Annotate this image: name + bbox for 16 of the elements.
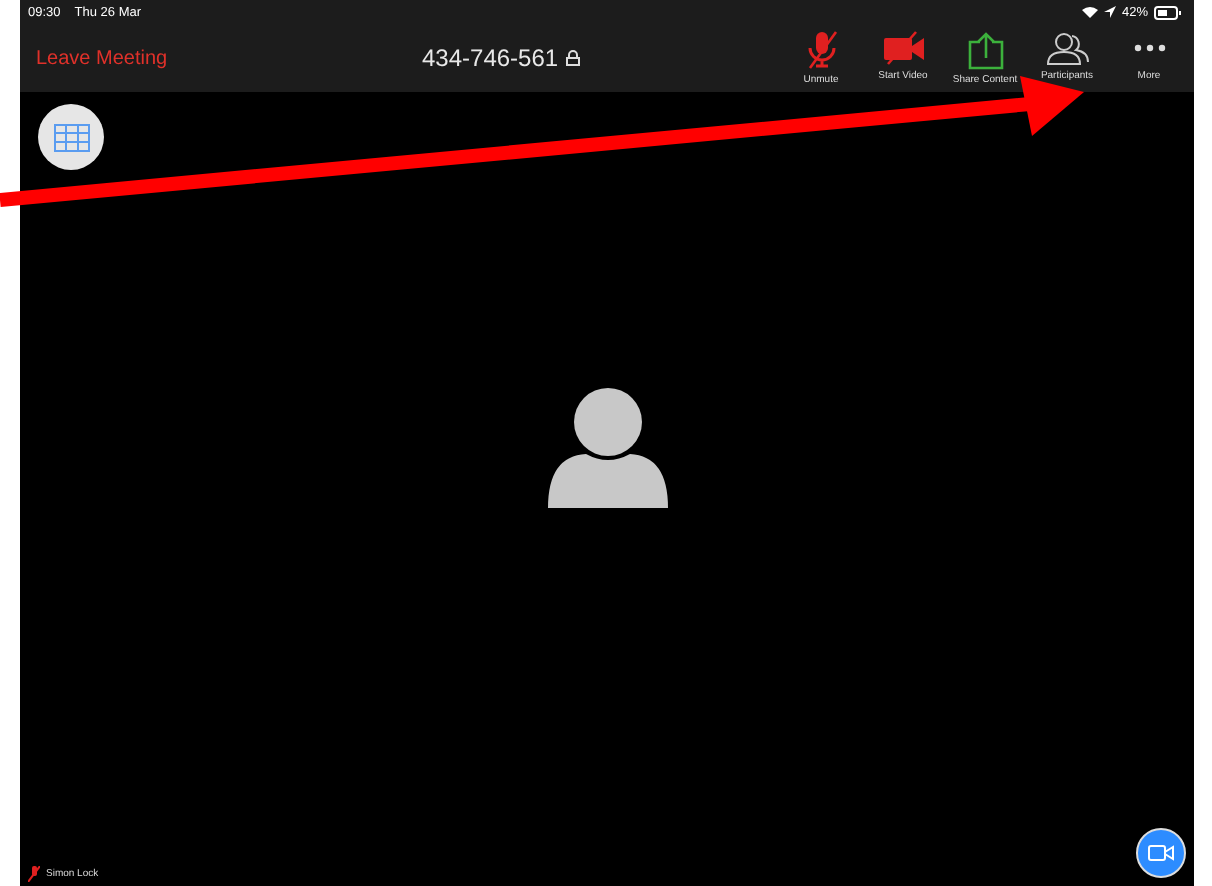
lock-icon: [566, 50, 581, 66]
leave-meeting-button[interactable]: Leave Meeting: [20, 47, 168, 69]
avatar-icon: [546, 388, 670, 508]
grid-icon: [53, 123, 89, 151]
gallery-view-button[interactable]: [38, 104, 104, 170]
camera-icon: [1148, 844, 1174, 862]
more-icon: [1133, 44, 1165, 52]
video-off-icon: [881, 30, 925, 66]
participants-icon: [1045, 30, 1089, 66]
wifi-icon: [1081, 6, 1098, 18]
battery-icon: [1154, 5, 1182, 19]
share-icon: [967, 30, 1003, 70]
meeting-id: 434-746-561: [422, 44, 559, 72]
location-icon: [1103, 6, 1116, 18]
muted-microphone-icon: [805, 30, 837, 70]
video-button[interactable]: [1136, 828, 1186, 878]
